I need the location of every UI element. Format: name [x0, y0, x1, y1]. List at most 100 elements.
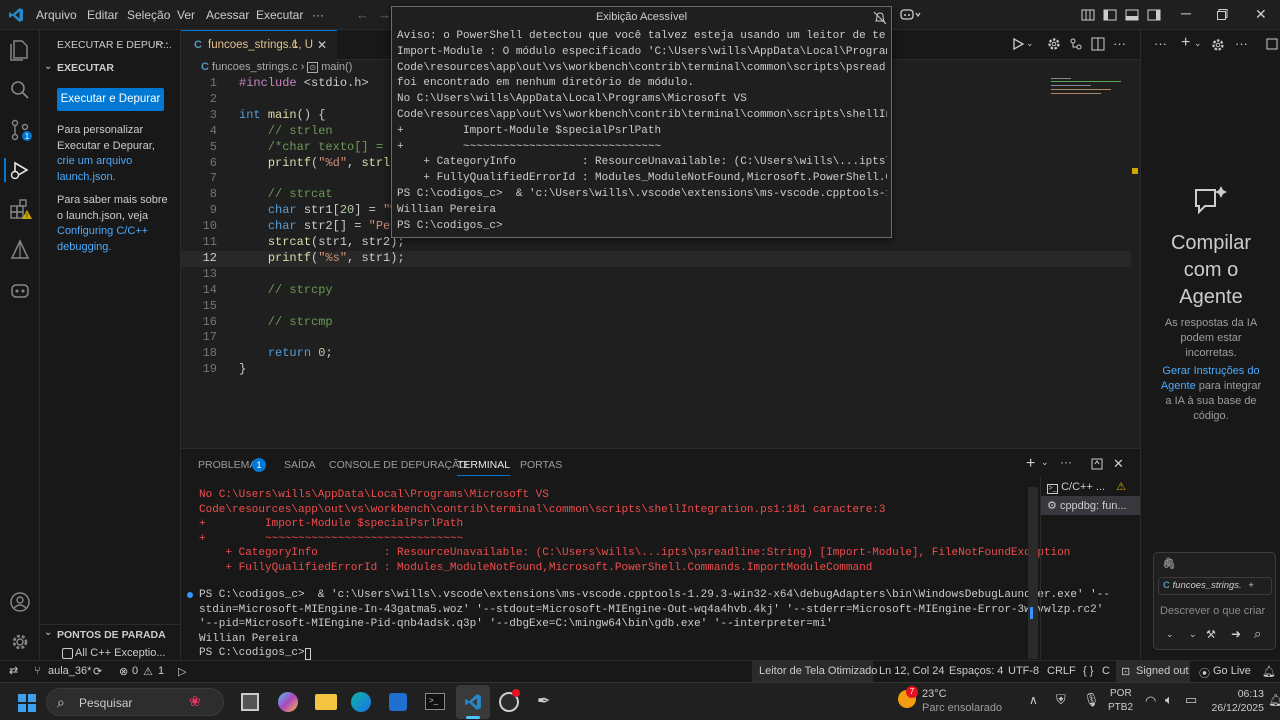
toggle-secondary-sidebar-icon[interactable] — [1147, 8, 1161, 22]
split-editor-icon[interactable] — [1091, 37, 1105, 51]
chevron-down-icon[interactable]: ⌄ — [1194, 38, 1202, 49]
minimap[interactable] — [1051, 76, 1131, 106]
go-live-button[interactable]: Go Live — [1213, 665, 1251, 677]
forward-arrow-icon[interactable]: → — [378, 7, 391, 22]
terminal-list-item[interactable]: >_ C/C++ ... ⚠ — [1047, 480, 1126, 494]
menu-more[interactable]: ··· — [312, 8, 324, 22]
account-status-icon[interactable]: ⊡ — [1121, 665, 1130, 678]
maximize-panel-icon[interactable] — [1091, 458, 1103, 470]
run-and-debug-button[interactable]: Executar e Depurar — [57, 88, 164, 111]
error-count[interactable]: 0 — [132, 665, 138, 677]
gear-icon[interactable] — [1211, 38, 1225, 52]
clock-time[interactable]: 06:13 — [1212, 688, 1264, 700]
code-line[interactable]: 14 // strcpy — [181, 283, 1131, 299]
chevron-down-icon[interactable]: ⌄ — [44, 627, 52, 638]
tab-debug-console[interactable]: CONSOLE DE DEPURAÇÃO — [329, 459, 467, 471]
breadcrumb-file[interactable]: funcoes_strings.c — [212, 61, 298, 73]
create-launch-json-link[interactable]: crie um arquivo — [57, 154, 177, 170]
notification-center-icon[interactable]: 🔔︎ — [1268, 693, 1280, 707]
more-actions-icon[interactable]: ··· — [1113, 36, 1126, 51]
terminal-app-icon[interactable]: >_ — [425, 693, 445, 710]
toggle-sidebar-icon[interactable] — [1103, 8, 1117, 22]
generate-instructions-link[interactable]: Agente — [1161, 380, 1196, 392]
explorer-icon[interactable] — [8, 38, 32, 62]
chevron-down-icon[interactable]: ⌄ — [1166, 629, 1174, 640]
gear-icon[interactable] — [1047, 37, 1061, 51]
warning-icon[interactable]: ⚠ — [143, 665, 153, 678]
task-view-icon[interactable] — [241, 693, 259, 711]
search-icon[interactable] — [8, 78, 32, 102]
chat-input-placeholder[interactable]: Descrever o que criar — [1160, 605, 1265, 617]
new-terminal-icon[interactable]: + — [1026, 455, 1035, 473]
menu-editar[interactable]: Editar — [87, 8, 118, 22]
new-chat-icon[interactable]: + — [1181, 34, 1190, 52]
copilot-agent-icon[interactable] — [8, 278, 32, 302]
more-actions-icon[interactable]: ··· — [1235, 36, 1248, 51]
windows-start-icon[interactable] — [17, 693, 37, 713]
extensions-icon[interactable]: ! — [8, 198, 32, 222]
maximize-icon[interactable] — [1217, 9, 1228, 20]
bell-slash-icon[interactable] — [873, 11, 887, 25]
store-icon[interactable] — [389, 693, 407, 711]
back-arrow-icon[interactable]: ← — [356, 7, 369, 22]
breadcrumb-symbol[interactable]: main() — [321, 61, 352, 73]
menu-acessar[interactable]: Acessar — [206, 8, 249, 22]
vscode-taskbar-button[interactable] — [456, 685, 490, 719]
debug-launch-icon[interactable]: ▷ — [178, 665, 186, 678]
account-icon[interactable] — [8, 590, 32, 614]
run-debug-icon[interactable] — [4, 158, 36, 182]
error-icon[interactable]: ⊗ — [119, 665, 128, 678]
notifications-icon[interactable]: 🔔︎ — [1262, 665, 1276, 678]
security-icon[interactable]: ⛨ — [1056, 692, 1066, 708]
send-icon[interactable]: ➜ — [1231, 627, 1241, 641]
tab-output[interactable]: SAÍDA — [284, 459, 316, 471]
tools-icon[interactable]: ⚒ — [1206, 628, 1216, 641]
breakpoints-header[interactable]: PONTOS DE PARADA — [57, 629, 166, 641]
close-tab-icon[interactable]: ✕ — [317, 38, 327, 52]
close-window-icon[interactable]: ✕ — [1255, 6, 1267, 23]
command-decoration-icon[interactable] — [187, 592, 193, 598]
add-icon[interactable]: + — [1248, 580, 1254, 591]
settings-gear-icon[interactable] — [8, 630, 32, 654]
input-language[interactable]: POR — [1110, 688, 1132, 699]
close-panel-icon[interactable]: ✕ — [1113, 456, 1124, 472]
tab-terminal[interactable]: TERMINAL — [457, 459, 511, 476]
battery-icon[interactable]: ▭ — [1185, 692, 1197, 708]
screen-reader-mode[interactable]: Leitor de Tela Otimizado — [759, 665, 877, 677]
copilot-icon[interactable] — [900, 8, 922, 22]
layout-customize-icon[interactable] — [1081, 8, 1095, 22]
chat-input-box[interactable]: 🖇 C funcoes_strings. + Descrever o que c… — [1153, 552, 1276, 650]
weather-temp[interactable]: 23°C — [922, 688, 947, 700]
go-live-icon[interactable]: ⦿ — [1199, 665, 1210, 681]
branch-icon[interactable]: ⑂ — [34, 665, 41, 677]
more-actions-icon[interactable]: ··· — [1154, 36, 1167, 51]
code-line[interactable]: 16 // strcmp — [181, 315, 1131, 331]
minimize-icon[interactable]: ─ — [1181, 5, 1191, 21]
keyboard-layout[interactable]: PTB2 — [1108, 702, 1133, 713]
branch-name[interactable]: aula_36* — [48, 665, 91, 677]
copilot-app-icon[interactable] — [278, 692, 298, 712]
compare-icon[interactable] — [1069, 37, 1083, 51]
code-line[interactable]: 15 — [181, 299, 1131, 315]
breakpoint-checkbox[interactable] — [62, 648, 73, 659]
more-actions-icon[interactable]: ··· — [156, 35, 169, 50]
edge-browser-icon[interactable] — [351, 692, 371, 712]
microphone-icon[interactable]: ⌕ — [1254, 626, 1261, 642]
encoding[interactable]: UTF-8 — [1008, 665, 1039, 677]
remote-icon[interactable]: ⇄ — [9, 664, 18, 677]
menu-selecao[interactable]: Seleção — [127, 8, 170, 22]
wifi-icon[interactable]: ◠ — [1145, 693, 1156, 709]
indentation[interactable]: Espaços: 4 — [949, 665, 1003, 677]
cursor-position[interactable]: Ln 12, Col 24 — [879, 665, 944, 677]
generate-instructions-link[interactable]: Gerar Instruções do — [1141, 364, 1280, 379]
line-ending[interactable]: CRLF — [1047, 665, 1076, 677]
chevron-down-icon[interactable]: ⌄ — [44, 61, 52, 72]
terminal-output[interactable]: PS C:\codigos_c> & 'c:\Users\wills\.vsco… — [199, 588, 1110, 661]
clock-date[interactable]: 26/12/2025 — [1204, 702, 1264, 714]
accessible-view-overlay[interactable]: Exibição Acessível Aviso: o PowerShell d… — [391, 6, 892, 238]
pen-tool-icon[interactable]: ✒ — [537, 691, 550, 711]
chevron-down-icon[interactable]: ⌄ — [1041, 457, 1049, 468]
section-executar[interactable]: EXECUTAR — [57, 62, 114, 74]
more-actions-icon[interactable]: ··· — [1060, 455, 1072, 469]
code-line[interactable]: 18 return 0; — [181, 346, 1131, 362]
